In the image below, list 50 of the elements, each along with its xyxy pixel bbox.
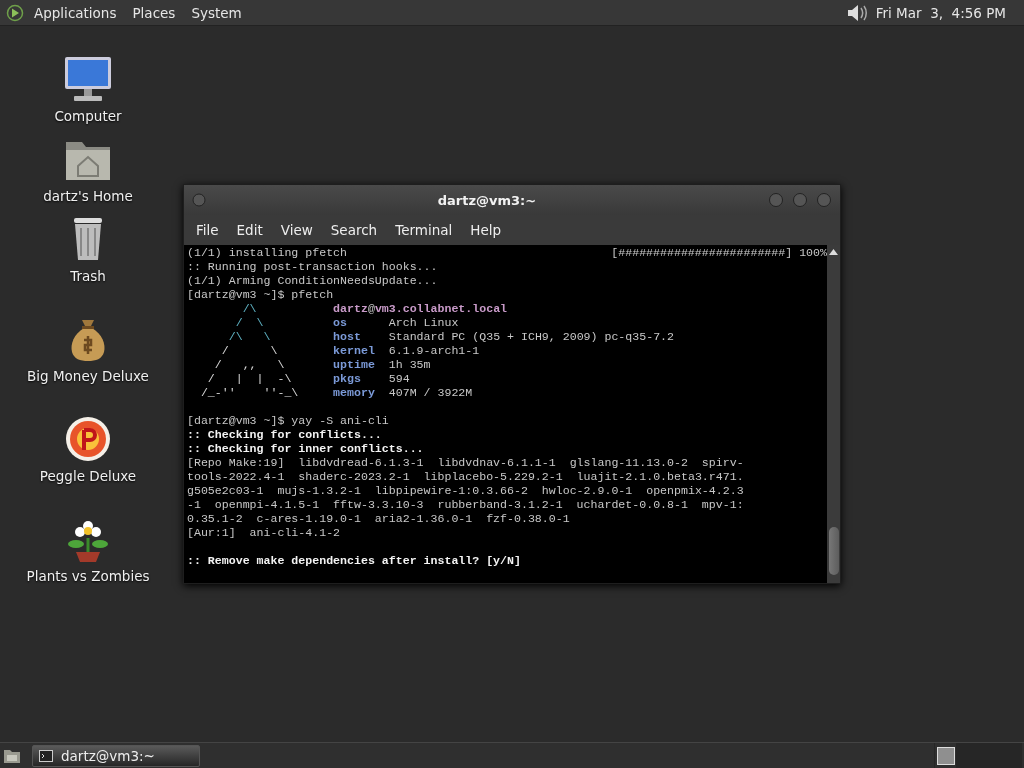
distro-logo-icon[interactable] bbox=[6, 3, 24, 22]
terminal-line: [Aur:1] ani-cli-4.1-2 bbox=[187, 526, 342, 540]
desktop-icon-label[interactable]: dartz's Home bbox=[43, 188, 133, 204]
progress-text: [########################] 100% bbox=[611, 246, 827, 260]
terminal-line: :: Running post-transaction hooks... bbox=[187, 260, 439, 274]
menu-item[interactable]: View bbox=[272, 222, 321, 238]
desktop-icon-label[interactable]: Peggle Deluxe bbox=[39, 468, 137, 484]
panel-menu[interactable]: Places bbox=[126, 4, 182, 21]
desktop-icon-label[interactable]: Plants vs Zombies bbox=[26, 568, 150, 584]
menu-item[interactable]: Help bbox=[462, 222, 510, 238]
workspace-button[interactable] bbox=[934, 743, 956, 768]
scrollbar[interactable] bbox=[827, 245, 840, 583]
terminal-line: /\ dartz@vm3.collabnet.local bbox=[241, 302, 509, 316]
computer-icon bbox=[62, 54, 114, 104]
terminal-line: /_-'' ''-_\ memory 407M / 3922M bbox=[199, 386, 474, 400]
terminal-line: 0.35.1-2 c-ares-1.19.0-1 aria2-1.36.0-1 fzf-0.38.0-1 bbox=[187, 512, 571, 526]
terminal-line: g505e2c03-1 mujs-1.3.2-1 libpipewire-1:0.3.66-2 hwloc-2.9.0-1 openpmix-4.2.3 bbox=[187, 484, 745, 498]
terminal-line: / \ kernel 6.1.9-arch1-1 bbox=[220, 344, 481, 358]
menu-item[interactable]: Edit bbox=[228, 222, 271, 238]
terminal-icon bbox=[39, 749, 53, 762]
menu-item[interactable]: Search bbox=[322, 222, 386, 238]
terminal-line: / ,, \ uptime 1h 35m bbox=[213, 358, 432, 372]
terminal-line: tools-2022.4-1 shaderc-2023.2-1 libplacebo-5.229.2-1 luajit-2.1.0.beta3.r471. bbox=[187, 470, 745, 484]
desktop-icon-label[interactable]: Trash bbox=[70, 268, 106, 284]
terminal-text: (1/1) installing pfetch bbox=[187, 246, 348, 260]
window-menu-icon[interactable] bbox=[192, 193, 206, 207]
taskbar-button[interactable]: dartz@vm3:~ bbox=[32, 744, 200, 767]
terminal-line: :: Checking for conflicts... bbox=[187, 428, 383, 442]
volume-icon[interactable] bbox=[845, 2, 868, 23]
terminal-line: / | | -\ pkgs 594 bbox=[206, 372, 411, 386]
terminal-line: :: Checking for inner conflicts... bbox=[187, 442, 425, 456]
panel-menu[interactable]: System bbox=[185, 4, 248, 21]
terminal-line: [Repo Make:19] libdvdread-6.1.3-1 libdvdnav-6.1.1-1 glslang-11.13.0-2 spirv- bbox=[187, 456, 745, 470]
window-controls-icon[interactable] bbox=[768, 192, 832, 208]
terminal-line: (1/1) Arming ConditionNeedsUpdate... bbox=[187, 274, 439, 288]
menu-item[interactable]: File bbox=[188, 222, 227, 238]
terminal-line: [dartz@vm3 ~]$ pfetch bbox=[187, 288, 335, 302]
terminal-line: -1 openmpi-4.1.5-1 fftw-3.3.10-3 rubberband-3.1.2-1 uchardet-0.0.8-1 mpv-1: bbox=[187, 498, 745, 512]
desktop-icon-label[interactable]: Big Money Deluxe bbox=[27, 368, 149, 384]
desktop-icon-label[interactable]: Computer bbox=[54, 108, 122, 124]
scroll-up-icon[interactable] bbox=[829, 249, 838, 255]
terminal-line: / \ os Arch Linux bbox=[234, 316, 460, 330]
panel-menu[interactable]: Applications bbox=[28, 4, 123, 21]
scroll-thumb[interactable] bbox=[828, 527, 839, 575]
window-title: dartz@vm3:~ bbox=[436, 192, 538, 208]
clock[interactable]: Fri Mar 3, 4:56 PM bbox=[871, 4, 1018, 21]
terminal-line: /\ \ host Standard PC (Q35 + ICH9, 2009) pc-q35-7.2 bbox=[227, 330, 676, 344]
terminal-line: :: Remove make dependencies after install? [y/N] bbox=[187, 554, 522, 568]
menu-item[interactable]: Terminal bbox=[387, 222, 461, 238]
terminal-line: [dartz@vm3 ~]$ yay -S ani-cli bbox=[187, 414, 390, 428]
